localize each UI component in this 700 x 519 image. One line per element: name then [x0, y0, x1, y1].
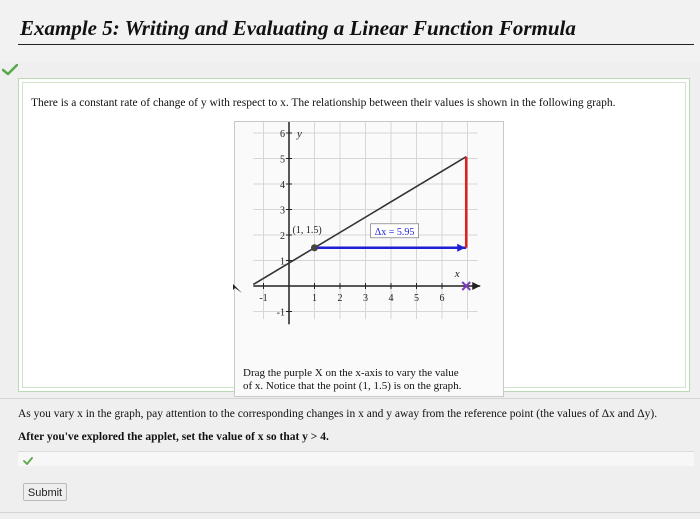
point-label: (1, 1.5)	[293, 225, 322, 236]
graph-applet[interactable]: -1 1 2 3 4 5 6 -1 1 2 3 4 5 6 y x (1, 1.5) Δx = 5.95 Dra…	[234, 121, 504, 397]
x-tick-label: -1	[259, 293, 267, 304]
section-divider	[0, 398, 700, 399]
x-tick-label: 5	[414, 293, 419, 304]
problem-panel-inner: There is a constant rate of change of y …	[22, 82, 686, 397]
cursor-arrow-icon	[233, 284, 242, 293]
x-tick-label: 1	[312, 293, 317, 304]
y-axis-label: y	[296, 128, 302, 140]
x-tick-label: 2	[338, 293, 343, 304]
y-tick-label: 4	[280, 180, 285, 191]
x-tick-label: 4	[389, 293, 394, 304]
problem-panel: There is a constant rate of change of y …	[18, 78, 690, 397]
delta-x-label: Δx = 5.95	[375, 227, 415, 238]
y-tick-label: 6	[280, 129, 285, 140]
bottom-divider	[0, 512, 700, 513]
function-line	[252, 156, 467, 286]
y-tick-label: 5	[280, 155, 285, 166]
caption-line-2: of x. Notice that the point (1, 1.5) is …	[243, 380, 462, 392]
check-icon	[2, 64, 18, 76]
x-tick-label: 3	[363, 293, 368, 304]
header: Example 5: Writing and Evaluating a Line…	[0, 0, 700, 62]
page-title: Example 5: Writing and Evaluating a Line…	[20, 16, 576, 40]
intro-text: There is a constant rate of change of y …	[31, 97, 616, 109]
task-text: After you've explored the applet, set th…	[18, 431, 329, 443]
x-axis-arrow	[472, 282, 481, 290]
header-divider	[18, 44, 694, 45]
graph-canvas[interactable]: -1 1 2 3 4 5 6-1123456 yx (1, 1.5) Δx = 5.95	[235, 122, 503, 396]
y-tick-label: 2	[280, 231, 285, 242]
reference-point	[311, 244, 318, 252]
check-icon	[23, 457, 33, 465]
x-tick-label: 6	[440, 293, 445, 304]
answer-status-bar	[18, 451, 694, 466]
y-tick-label: -1	[277, 308, 285, 319]
graph-marks: (1, 1.5) Δx = 5.95	[252, 156, 471, 291]
x-axis-label: x	[454, 268, 460, 280]
graph-caption: Drag the purple X on the x-axis to vary …	[243, 367, 493, 393]
grid	[253, 122, 478, 320]
y-tick-label: 3	[280, 206, 285, 217]
caption-line-1: Drag the purple X on the x-axis to vary …	[243, 367, 459, 379]
instruction-text: As you vary x in the graph, pay attentio…	[18, 408, 658, 420]
delta-x-arrowhead	[457, 243, 466, 252]
submit-button[interactable]: Submit	[23, 483, 67, 501]
